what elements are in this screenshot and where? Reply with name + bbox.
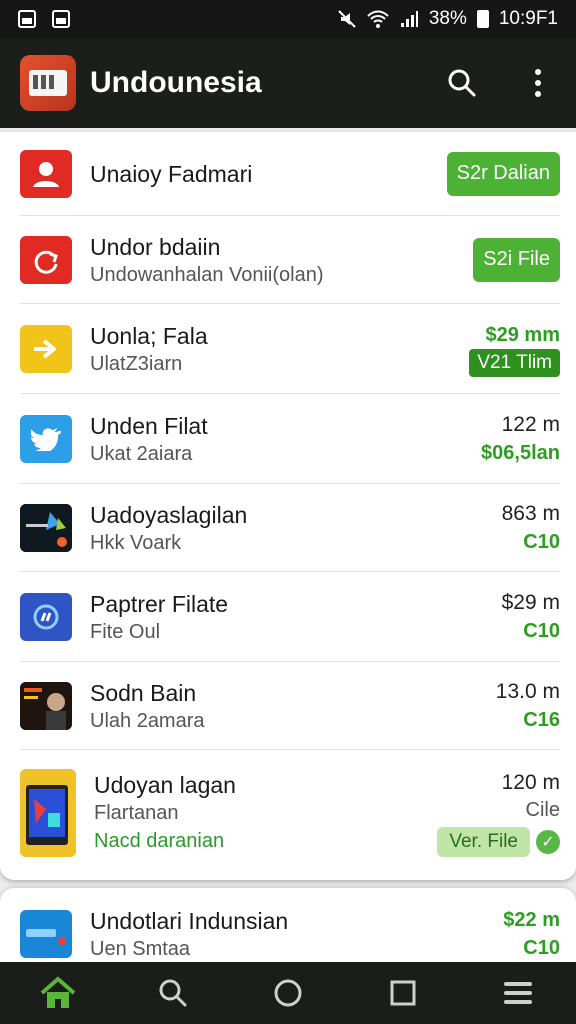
square-nav-button[interactable] (375, 965, 431, 1021)
item-subtitle: Undowanhalan Vonii(olan) (90, 263, 324, 286)
search-icon (448, 69, 476, 97)
item-price: C16 (523, 708, 560, 731)
version-file-button[interactable]: Ver. File (437, 827, 530, 857)
action-button[interactable]: S2r Dalian (446, 151, 560, 196)
wifi-icon (367, 10, 389, 28)
list-item[interactable]: Undor bdaiin Undowanhalan Vonii(olan) S2… (20, 216, 560, 304)
circle-nav-button[interactable] (260, 965, 316, 1021)
user-icon (20, 149, 72, 198)
item-size: 120 m (501, 771, 560, 794)
list-item[interactable]: Sodn Bain Ulah 2amara 13.0 m C16 (20, 662, 560, 750)
battery-percent: 38% (428, 8, 467, 29)
app-title: Undounesia (90, 66, 262, 99)
clock: 10:9F1 (498, 8, 558, 29)
list-item[interactable]: Undotlari Indunsian Uen Smtaa $22 m C10 (20, 902, 560, 966)
battery-icon (476, 10, 489, 28)
status-bar: 38% 10:9F1 (0, 0, 576, 38)
refresh-icon (20, 235, 72, 284)
item-title: Uadoyaslagilan (90, 501, 248, 528)
link-icon (20, 592, 72, 641)
item-subtitle: Hkk Voark (90, 531, 182, 554)
item-note: Nacd daranian (94, 830, 225, 852)
item-title: Undor bdaiin (90, 233, 221, 260)
app-thumb-icon (20, 910, 72, 958)
item-price: C10 (523, 530, 560, 553)
action-button[interactable]: S2i File (473, 237, 560, 282)
item-title: Unden Filat (90, 412, 208, 439)
item-title: Uonla; Fala (90, 322, 208, 349)
item-title: Paptrer Filate (90, 590, 229, 617)
more-vert-icon (535, 69, 541, 97)
item-subtitle: UlatZ3iarn (90, 352, 183, 375)
item-price: $06,5lan (481, 441, 560, 464)
bird-icon (20, 414, 72, 463)
gallery-icon (18, 10, 36, 28)
item-size: 13.0 m (495, 679, 560, 703)
item-price: $29 mm (485, 323, 561, 346)
item-subtitle: Uen Smtaa (90, 938, 191, 960)
signal-icon (400, 11, 418, 27)
list-item[interactable]: Paptrer Filate Fite Oul $29 m C10 (20, 572, 560, 662)
menu-nav-button[interactable] (490, 965, 546, 1021)
item-size: 863 m (501, 501, 560, 525)
list-item[interactable]: Unaioy Fadmari S2r Dalian (20, 132, 560, 216)
search-button[interactable] (444, 65, 480, 101)
arrow-icon (20, 324, 72, 373)
menu-icon (504, 982, 533, 1004)
more-options-button[interactable] (520, 65, 556, 101)
mute-icon (338, 10, 356, 28)
square-icon (390, 980, 416, 1006)
item-title: Udoyan lagan (94, 772, 236, 798)
file-list-secondary: Undotlari Indunsian Uen Smtaa $22 m C10 (0, 888, 576, 968)
version-badge[interactable]: V21 Tlim (469, 348, 560, 377)
item-size: $22 m (503, 909, 560, 931)
item-price: C10 (523, 619, 560, 642)
item-price: C10 (523, 937, 560, 959)
tablet-thumb-icon (20, 769, 76, 857)
item-subtitle: Fite Oul (90, 620, 161, 643)
item-subtitle: Ukat 2aiara (90, 442, 193, 465)
item-title: Unaioy Fadmari (90, 160, 253, 187)
list-item[interactable]: Unden Filat Ukat 2aiara 122 m $06,5lan (20, 394, 560, 484)
item-title: Sodn Bain (90, 679, 197, 706)
home-icon (40, 976, 75, 1008)
item-price: Cile (525, 799, 560, 821)
list-item[interactable]: Uonla; Fala UlatZ3iarn $29 mm V21 Tlim (20, 304, 560, 394)
bottom-nav-bar (0, 962, 576, 1024)
home-button[interactable] (30, 965, 86, 1021)
circle-icon (274, 979, 302, 1007)
search-nav-button[interactable] (145, 965, 201, 1021)
item-subtitle: Flartanan (94, 802, 179, 824)
item-subtitle: Ulah 2amara (90, 709, 205, 732)
image-icon (52, 10, 70, 28)
list-item[interactable]: Uadoyaslagilan Hkk Voark 863 m C10 (20, 484, 560, 572)
list-item[interactable]: Udoyan lagan Flartanan Nacd daranian 120… (20, 750, 560, 876)
item-size: $29 m (501, 590, 560, 614)
video-thumb-icon (20, 681, 72, 730)
app-bar: Undounesia (0, 38, 576, 128)
file-list: Unaioy Fadmari S2r Dalian Undor bdaiin U… (0, 132, 576, 880)
check-icon: ✓ (536, 830, 560, 854)
item-size: 122 m (501, 412, 560, 436)
media-thumb-icon (20, 503, 72, 552)
app-logo-icon (20, 55, 76, 111)
search-icon (159, 979, 187, 1007)
item-title: Undotlari Indunsian (90, 908, 289, 934)
